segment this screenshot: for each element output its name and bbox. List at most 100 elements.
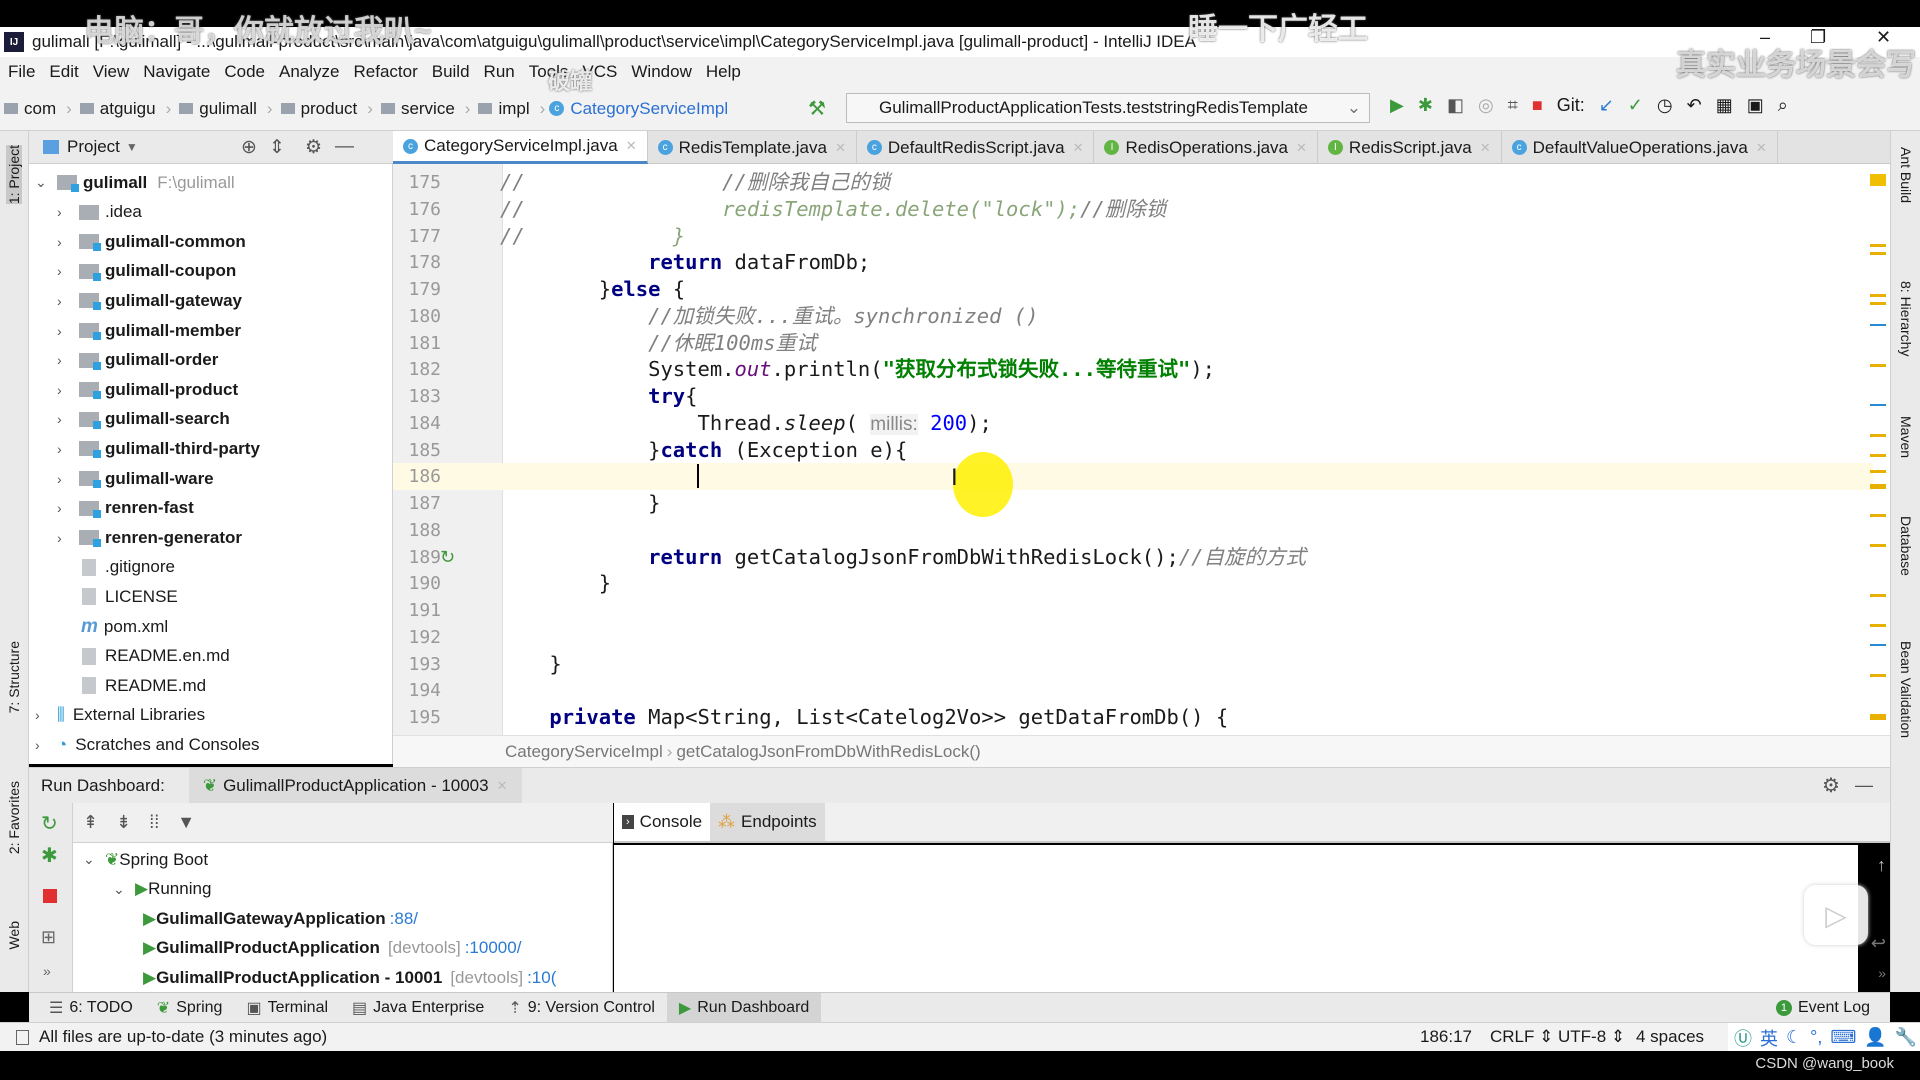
code-line[interactable]: Thread.sleep( millis: 200);	[500, 410, 992, 437]
error-stripe-mark[interactable]	[1870, 302, 1886, 305]
collapse-all-icon[interactable]: ⇕	[269, 136, 285, 159]
console-output[interactable]: ↑ ↩ »	[614, 845, 1886, 992]
chevron-down-icon[interactable]: ⌄	[35, 174, 57, 191]
menu-analyze[interactable]: Analyze	[279, 62, 339, 82]
line-separator[interactable]: CRLF ⇕	[1490, 1027, 1553, 1047]
error-stripe-mark[interactable]	[1870, 434, 1886, 437]
port-link[interactable]: :10000/	[465, 938, 522, 958]
git-update-icon[interactable]: ↙	[1599, 95, 1614, 116]
tree-item[interactable]: › gulimall-common	[57, 227, 246, 256]
close-tab-icon[interactable]: ✕	[1073, 140, 1084, 156]
chevron-right-icon[interactable]: ›	[57, 352, 79, 368]
tool-project[interactable]: 1: Project	[6, 145, 22, 205]
chevron-right-icon[interactable]: ›	[57, 263, 79, 279]
error-stripe-mark[interactable]	[1870, 624, 1886, 627]
collapse-all-icon[interactable]: ⇟	[116, 812, 131, 833]
code-line[interactable]: //休眠100ms重试	[500, 330, 816, 357]
error-stripe[interactable]	[1864, 164, 1890, 735]
chevron-down-icon[interactable]: ⌄	[113, 881, 135, 898]
error-stripe-mark[interactable]	[1870, 544, 1886, 547]
error-stripe-mark[interactable]	[1870, 244, 1886, 247]
presentation-icon[interactable]: ▣	[1747, 95, 1764, 116]
tree-item[interactable]: › gulimall-member	[57, 316, 241, 345]
tree-item[interactable]: › gulimall-search	[57, 405, 230, 434]
menu-view[interactable]: View	[93, 62, 130, 82]
chevron-right-icon[interactable]: ›	[57, 500, 79, 516]
tool-structure[interactable]: 7: Structure	[6, 641, 22, 713]
tree-item[interactable]: › gulimall-order	[57, 346, 218, 375]
error-stripe-mark[interactable]	[1870, 364, 1886, 367]
crumb-method[interactable]: getCatalogJsonFromDbWithRedisLock()	[676, 742, 980, 762]
error-stripe-mark[interactable]	[1870, 470, 1886, 473]
tab-console[interactable]: › Console	[614, 803, 711, 841]
chevron-right-icon[interactable]: ›	[57, 441, 79, 457]
menu-help[interactable]: Help	[706, 62, 741, 82]
filter-icon[interactable]: ▼	[177, 812, 195, 833]
code-line[interactable]: // redisTemplate.delete("lock");//删除锁	[500, 196, 1166, 223]
tree-item[interactable]: › gulimall-product	[57, 375, 238, 404]
event-log-button[interactable]: 1 Event Log	[1775, 999, 1870, 1017]
tree-item[interactable]: › .idea	[57, 198, 142, 227]
more-icon[interactable]: »	[43, 963, 51, 979]
chevron-right-icon[interactable]: ›	[57, 471, 79, 487]
stop-icon[interactable]: ■	[1532, 95, 1543, 116]
close-tab-icon[interactable]: ✕	[1480, 140, 1491, 156]
debug-icon[interactable]: ✱	[1418, 95, 1433, 116]
tree-item[interactable]: › ⫼ External Libraries	[35, 701, 205, 730]
tool-tab-terminal[interactable]: ▣ Terminal	[234, 993, 340, 1023]
run-tree-item[interactable]: ⌄ ▶ Running	[113, 875, 211, 904]
code-line[interactable]	[500, 463, 712, 490]
code-line[interactable]: //加锁失败...重试。synchronized ()	[500, 303, 1038, 330]
hide-icon[interactable]: —	[335, 136, 354, 158]
git-commit-icon[interactable]: ✓	[1628, 95, 1643, 116]
breadcrumb-item[interactable]: com	[0, 99, 56, 119]
menu-run[interactable]: Run	[484, 62, 515, 82]
menu-refactor[interactable]: Refactor	[353, 62, 417, 82]
chevron-right-icon[interactable]: ›	[35, 707, 57, 723]
menu-window[interactable]: Window	[631, 62, 691, 82]
tab-categoryserviceimpl[interactable]: c CategoryServiceImpl.java ✕	[393, 131, 648, 164]
coverage-icon[interactable]: ◧	[1447, 95, 1464, 116]
indent-setting[interactable]: 4 spaces	[1636, 1027, 1704, 1047]
run-tree-item[interactable]: ▶ GulimallProductApplication - 10001 [dev…	[143, 963, 556, 992]
breadcrumb-item[interactable]: product	[277, 99, 357, 119]
error-stripe-mark[interactable]	[1870, 294, 1886, 297]
run-tree-item[interactable]: ⌄ ❦ Spring Boot	[83, 845, 208, 874]
crumb-class[interactable]: CategoryServiceImpl	[505, 742, 663, 762]
tool-bean-validation[interactable]: Bean Validation	[1898, 641, 1914, 738]
chevron-right-icon[interactable]: ›	[57, 530, 79, 546]
profile-icon[interactable]: ◎	[1478, 95, 1494, 116]
tree-item[interactable]: README.en.md	[57, 642, 230, 671]
tool-hierarchy[interactable]: 8: Hierarchy	[1898, 281, 1914, 356]
group-icon[interactable]: ⊞	[41, 927, 56, 948]
chevron-right-icon[interactable]: ›	[57, 293, 79, 309]
port-link[interactable]: :10(	[527, 968, 556, 988]
code-line[interactable]: return dataFromDb;	[500, 249, 870, 276]
run-config-dropdown[interactable]: GulimallProductApplicationTests.teststri…	[846, 93, 1370, 123]
breadcrumb-item[interactable]: atguigu	[76, 99, 156, 119]
error-stripe-mark[interactable]	[1870, 674, 1886, 677]
error-stripe-mark[interactable]	[1870, 514, 1886, 517]
build-hammer-icon[interactable]: ⚒	[808, 96, 826, 121]
tree-item[interactable]: › renren-fast	[57, 494, 194, 523]
code-line[interactable]: }catch (Exception e){	[500, 437, 907, 464]
menu-build[interactable]: Build	[432, 62, 470, 82]
encoding[interactable]: UTF-8 ⇕	[1558, 1027, 1625, 1047]
chevron-right-icon[interactable]: ›	[35, 737, 57, 753]
menu-edit[interactable]: Edit	[49, 62, 78, 82]
close-tab-icon[interactable]: ✕	[1756, 140, 1767, 156]
breadcrumb-item[interactable]: service	[377, 99, 455, 119]
tree-item[interactable]: ⌄ gulimall F:\gulimall	[35, 168, 235, 197]
expand-all-icon[interactable]: ⇞	[83, 812, 98, 833]
tree-item[interactable]: › ◔ Scratches and Consoles	[35, 730, 260, 759]
tool-maven[interactable]: Maven	[1898, 416, 1914, 458]
group-by-icon[interactable]: ⁞⁞	[149, 812, 159, 833]
punctuation-icon[interactable]: °,	[1810, 1027, 1822, 1048]
code-line[interactable]: return getCatalogJsonFromDbWithRedisLock…	[440, 544, 1306, 571]
run-dashboard-tab[interactable]: ❦ GulimallProductApplication - 10003 ✕	[188, 767, 522, 804]
tree-item[interactable]: LICENSE	[57, 582, 178, 611]
rerun-icon[interactable]: ↻	[41, 811, 58, 836]
menu-code[interactable]: Code	[224, 62, 265, 82]
close-tab-icon[interactable]: ✕	[626, 138, 637, 154]
attach-debugger-icon[interactable]: ⌗	[1508, 95, 1518, 116]
